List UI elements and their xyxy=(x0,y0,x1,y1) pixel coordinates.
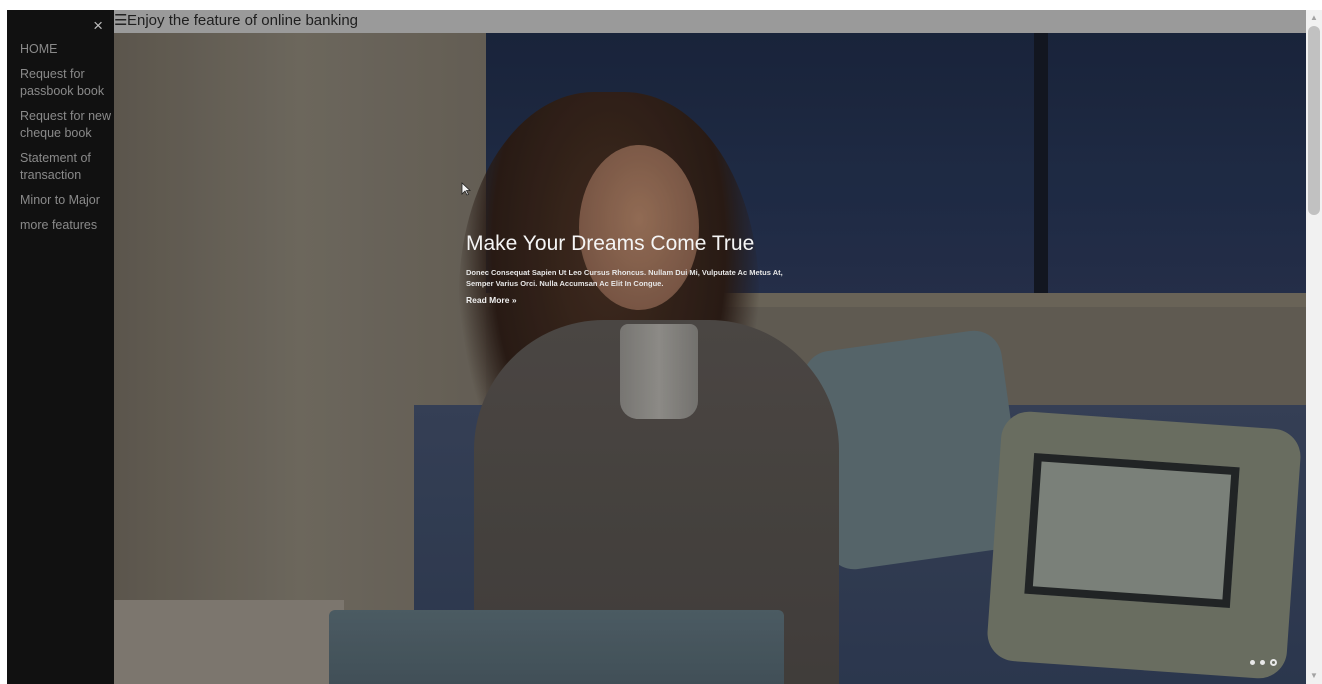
sidebar-menu: HOME Request for passbook book Request f… xyxy=(20,41,112,242)
hamburger-icon[interactable]: ☰ xyxy=(114,12,127,30)
hero-section: ☰ Enjoy the feature of online banking Ma… xyxy=(114,10,1306,684)
sidebar-nav: × HOME Request for passbook book Request… xyxy=(7,10,114,684)
page-scrollbar[interactable]: ▲ ▼ xyxy=(1306,10,1322,684)
hero-heading: Make Your Dreams Come True xyxy=(466,232,755,255)
mouse-cursor-icon xyxy=(461,182,471,196)
carousel-indicators xyxy=(1250,659,1277,666)
page-title: Enjoy the feature of online banking xyxy=(127,12,358,29)
scroll-down-icon[interactable]: ▼ xyxy=(1306,668,1322,684)
carousel-dot-3-active[interactable] xyxy=(1270,659,1277,666)
sidebar-item-home[interactable]: HOME xyxy=(20,41,112,58)
carousel-dot-2[interactable] xyxy=(1260,660,1265,665)
sidebar-item-passbook-request[interactable]: Request for passbook book xyxy=(20,66,112,100)
sidebar-item-minor-to-major[interactable]: Minor to Major xyxy=(20,192,112,209)
read-more-link[interactable]: Read More » xyxy=(466,295,517,305)
top-bar: ☰ Enjoy the feature of online banking xyxy=(114,10,1306,33)
hero-description: Donec Consequat Sapien Ut Leo Cursus Rho… xyxy=(466,268,783,288)
scrollbar-thumb[interactable] xyxy=(1308,26,1320,215)
hero-overlay xyxy=(114,33,1306,684)
sidebar-item-cheque-book-request[interactable]: Request for new cheque book xyxy=(20,108,112,142)
close-icon[interactable]: × xyxy=(93,17,103,35)
sidebar-item-statement[interactable]: Statement of transaction xyxy=(20,150,112,184)
app-frame: × HOME Request for passbook book Request… xyxy=(7,10,1306,684)
sidebar-item-more-features[interactable]: more features xyxy=(20,217,112,234)
hero-caption: Make Your Dreams Come True Donec Consequ… xyxy=(466,228,796,308)
scroll-up-icon[interactable]: ▲ xyxy=(1306,10,1322,26)
carousel-dot-1[interactable] xyxy=(1250,660,1255,665)
